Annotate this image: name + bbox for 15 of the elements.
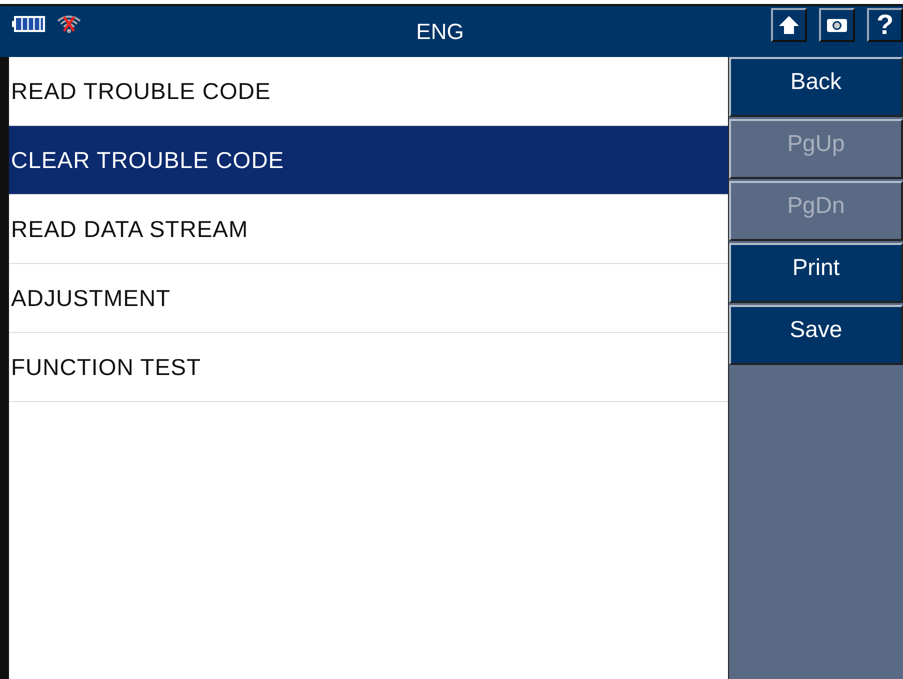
home-button[interactable] — [771, 8, 807, 42]
menu-item[interactable]: CLEAR TROUBLE CODE — [9, 126, 728, 195]
menu-item[interactable]: FUNCTION TEST — [9, 333, 728, 402]
camera-icon — [826, 17, 848, 33]
home-icon — [778, 15, 800, 35]
menu-item[interactable]: ADJUSTMENT — [9, 264, 728, 333]
menu-item[interactable]: READ DATA STREAM — [9, 195, 728, 264]
side-button[interactable]: Back — [729, 57, 903, 117]
wifi-off-icon — [56, 14, 82, 34]
help-button[interactable]: ? — [867, 8, 903, 42]
screen-title: ENG — [416, 18, 464, 44]
side-button[interactable]: Save — [729, 305, 903, 365]
side-button[interactable]: Print — [729, 243, 903, 303]
battery-icon — [12, 16, 46, 32]
camera-button[interactable] — [819, 8, 855, 42]
